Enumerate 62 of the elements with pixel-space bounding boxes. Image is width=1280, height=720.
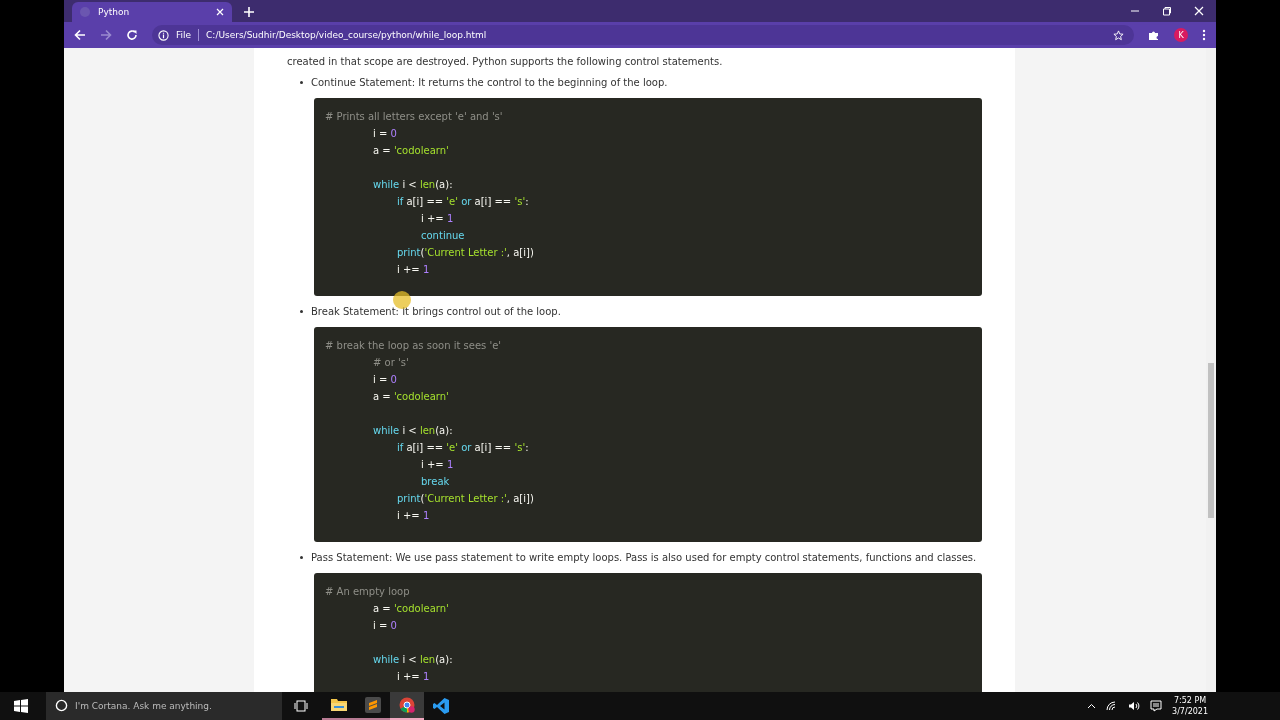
code-line: i += 1 [397,670,431,684]
bullet-icon [300,80,303,84]
code-line: i += 1 [397,509,431,523]
editor-app-icon [365,697,381,713]
puzzle-icon[interactable] [1148,29,1160,41]
code-line: continue [421,229,466,243]
windows-logo-icon[interactable] [14,699,28,713]
code-line: while i < len(a): [373,178,454,192]
code-line: a = 'codolearn' [373,602,450,616]
profile-avatar[interactable]: K [1174,28,1188,42]
close-icon[interactable] [1194,6,1204,16]
code-line: i += 1 [397,263,431,277]
folder-icon [331,698,347,712]
code-editor-icon [433,698,449,714]
code-line: # Prints all letters except 'e' and 's' [325,110,504,124]
back-arrow-icon[interactable] [74,29,86,41]
star-icon[interactable] [1113,29,1124,41]
code-line: print('Current Letter :', a[i]) [397,492,535,506]
browser-tab[interactable]: Python [72,2,232,22]
chrome-taskbar-button[interactable] [390,692,424,720]
clock[interactable]: 7:52 PM 3/7/2021 [1172,695,1208,717]
code-line: a = 'codolearn' [373,390,450,404]
code-line: if a[i] == 'e' or a[i] == 's': [397,441,530,455]
reload-icon[interactable] [126,29,138,41]
circle-icon [55,699,68,712]
code-line: i = 0 [373,127,398,141]
code-line: while i < len(a): [373,424,454,438]
list-item-text: Pass Statement: We use pass statement to write empty loops. Pass is also used for empty control statements, functions and classes. [311,551,977,563]
code-line: while i < len(a): [373,653,454,667]
new-tab-icon[interactable] [244,7,254,17]
code-line: if a[i] == 'e' or a[i] == 's': [397,195,530,209]
task-view-icon[interactable] [294,700,308,712]
speaker-icon[interactable] [1128,701,1141,711]
date-text: 3/7/2021 [1172,706,1208,717]
close-icon[interactable] [216,8,224,16]
code-line: i = 0 [373,619,398,633]
chevron-up-icon[interactable] [1087,703,1097,709]
code-line: # An empty loop [325,585,411,599]
file-label: File [176,30,192,40]
url-text: C:/Users/Sudhir/Desktop/video_course/python/while_loop.html [206,30,488,40]
bullet-icon [300,555,303,559]
menu-icon[interactable] [1202,29,1206,41]
info-icon[interactable] [158,29,169,41]
search-field[interactable]: I'm Cortana. Ask me anything. [46,692,282,720]
cursor-highlight [393,291,411,309]
list-item-text: Break Statement: It brings control out of the loop. [311,305,561,317]
paragraph: created in that scope are destroyed. Python supports the following control statements. [287,55,724,69]
code-line: i += 1 [421,458,455,472]
bullet-icon [300,309,303,313]
code-line: # or 's' [373,356,410,370]
restore-icon[interactable] [1162,6,1172,16]
code-line: i += 1 [421,212,455,226]
address-bar[interactable]: File C:/Users/Sudhir/Desktop/video_course/python/while_loop.html [152,25,1134,45]
notification-icon[interactable] [1150,700,1163,712]
list-item-text: Continue Statement: It returns the control to the beginning of the loop. [311,76,668,88]
code-line: i = 0 [373,373,398,387]
code-line: # break the loop as soon it sees 'e' [325,339,503,353]
code-line: break [421,475,451,489]
time-text: 7:52 PM [1173,695,1207,706]
code-line: print('Current Letter :', a[i]) [397,246,535,260]
browser-app-icon [399,697,415,713]
code-line: a = 'codolearn' [373,144,450,158]
